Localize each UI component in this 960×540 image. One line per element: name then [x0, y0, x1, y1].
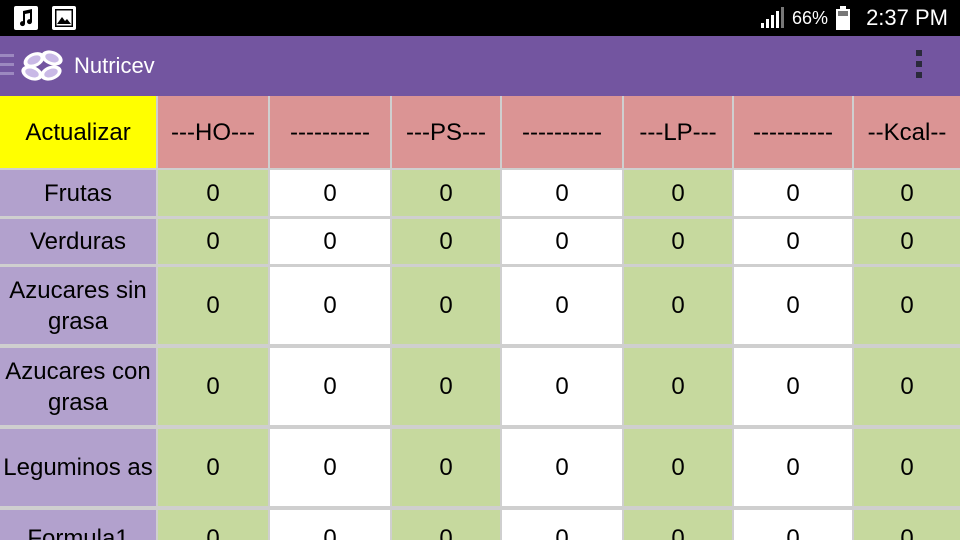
row-label: Frutas — [0, 170, 156, 216]
value-cell[interactable]: 0 — [270, 267, 390, 344]
value-cell[interactable]: 0 — [502, 170, 622, 216]
value-cell[interactable]: 0 — [158, 267, 268, 344]
battery-percent: 66% — [792, 7, 829, 28]
system-status: 66% 2:37 PM — [760, 0, 948, 36]
clock: 2:37 PM — [866, 5, 948, 30]
value-cell[interactable]: 0 — [854, 348, 960, 425]
battery-icon — [836, 6, 851, 30]
value-cell[interactable]: 0 — [854, 510, 960, 540]
value-cell[interactable]: 0 — [392, 219, 500, 264]
image-icon — [52, 6, 76, 30]
value-cell[interactable]: 0 — [854, 219, 960, 264]
row-label: Verduras — [0, 219, 156, 264]
signal-icon — [761, 7, 785, 28]
value-cell[interactable]: 0 — [624, 510, 732, 540]
value-cell[interactable]: 0 — [392, 348, 500, 425]
value-cell[interactable]: 0 — [158, 348, 268, 425]
value-cell[interactable]: 0 — [502, 267, 622, 344]
value-cell[interactable]: 0 — [270, 348, 390, 425]
value-cell[interactable]: 0 — [624, 219, 732, 264]
update-button[interactable]: Actualizar — [0, 96, 156, 168]
value-cell[interactable]: 0 — [158, 219, 268, 264]
row-label: Leguminos as — [0, 429, 156, 506]
value-cell[interactable]: 0 — [854, 267, 960, 344]
value-cell[interactable]: 0 — [392, 170, 500, 216]
value-cell[interactable]: 0 — [624, 348, 732, 425]
value-cell[interactable]: 0 — [502, 429, 622, 506]
row-label: Azucares sin grasa — [0, 267, 156, 344]
value-cell[interactable]: 0 — [734, 348, 852, 425]
value-cell[interactable]: 0 — [734, 510, 852, 540]
value-cell[interactable]: 0 — [624, 267, 732, 344]
column-header: ---HO--- — [158, 96, 268, 168]
column-header: ---PS--- — [392, 96, 500, 168]
overflow-menu-icon[interactable] — [916, 50, 924, 82]
status-bar: 66% 2:37 PM — [0, 0, 960, 36]
app-title: Nutricev — [74, 53, 155, 78]
row-label: Azucares con grasa — [0, 348, 156, 425]
row-label: Formula1 — [0, 510, 156, 540]
value-cell[interactable]: 0 — [624, 429, 732, 506]
value-cell[interactable]: 0 — [270, 219, 390, 264]
value-cell[interactable]: 0 — [502, 510, 622, 540]
value-cell[interactable]: 0 — [734, 429, 852, 506]
app-bar: Nutricev — [0, 36, 960, 96]
value-cell[interactable]: 0 — [158, 510, 268, 540]
music-note-icon — [14, 6, 38, 30]
value-cell[interactable]: 0 — [270, 170, 390, 216]
column-header: --Kcal-- — [854, 96, 960, 168]
value-cell[interactable]: 0 — [734, 267, 852, 344]
value-cell[interactable]: 0 — [624, 170, 732, 216]
value-cell[interactable]: 0 — [392, 510, 500, 540]
value-cell[interactable]: 0 — [392, 267, 500, 344]
drawer-menu-icon[interactable] — [0, 54, 14, 78]
notification-icons — [14, 6, 76, 30]
value-cell[interactable]: 0 — [854, 170, 960, 216]
column-header: ---LP--- — [624, 96, 732, 168]
value-cell[interactable]: 0 — [854, 429, 960, 506]
app-logo-icon[interactable] — [20, 48, 66, 84]
nutrition-table: Actualizar ---HO--- ---------- ---PS--- ----… — [0, 96, 960, 540]
value-cell[interactable]: 0 — [734, 219, 852, 264]
value-cell[interactable]: 0 — [502, 219, 622, 264]
value-cell[interactable]: 0 — [270, 429, 390, 506]
value-cell[interactable]: 0 — [158, 170, 268, 216]
column-header: ---------- — [734, 96, 852, 168]
value-cell[interactable]: 0 — [502, 348, 622, 425]
value-cell[interactable]: 0 — [158, 429, 268, 506]
column-header: ---------- — [502, 96, 622, 168]
value-cell[interactable]: 0 — [734, 170, 852, 216]
value-cell[interactable]: 0 — [270, 510, 390, 540]
value-cell[interactable]: 0 — [392, 429, 500, 506]
column-header: ---------- — [270, 96, 390, 168]
